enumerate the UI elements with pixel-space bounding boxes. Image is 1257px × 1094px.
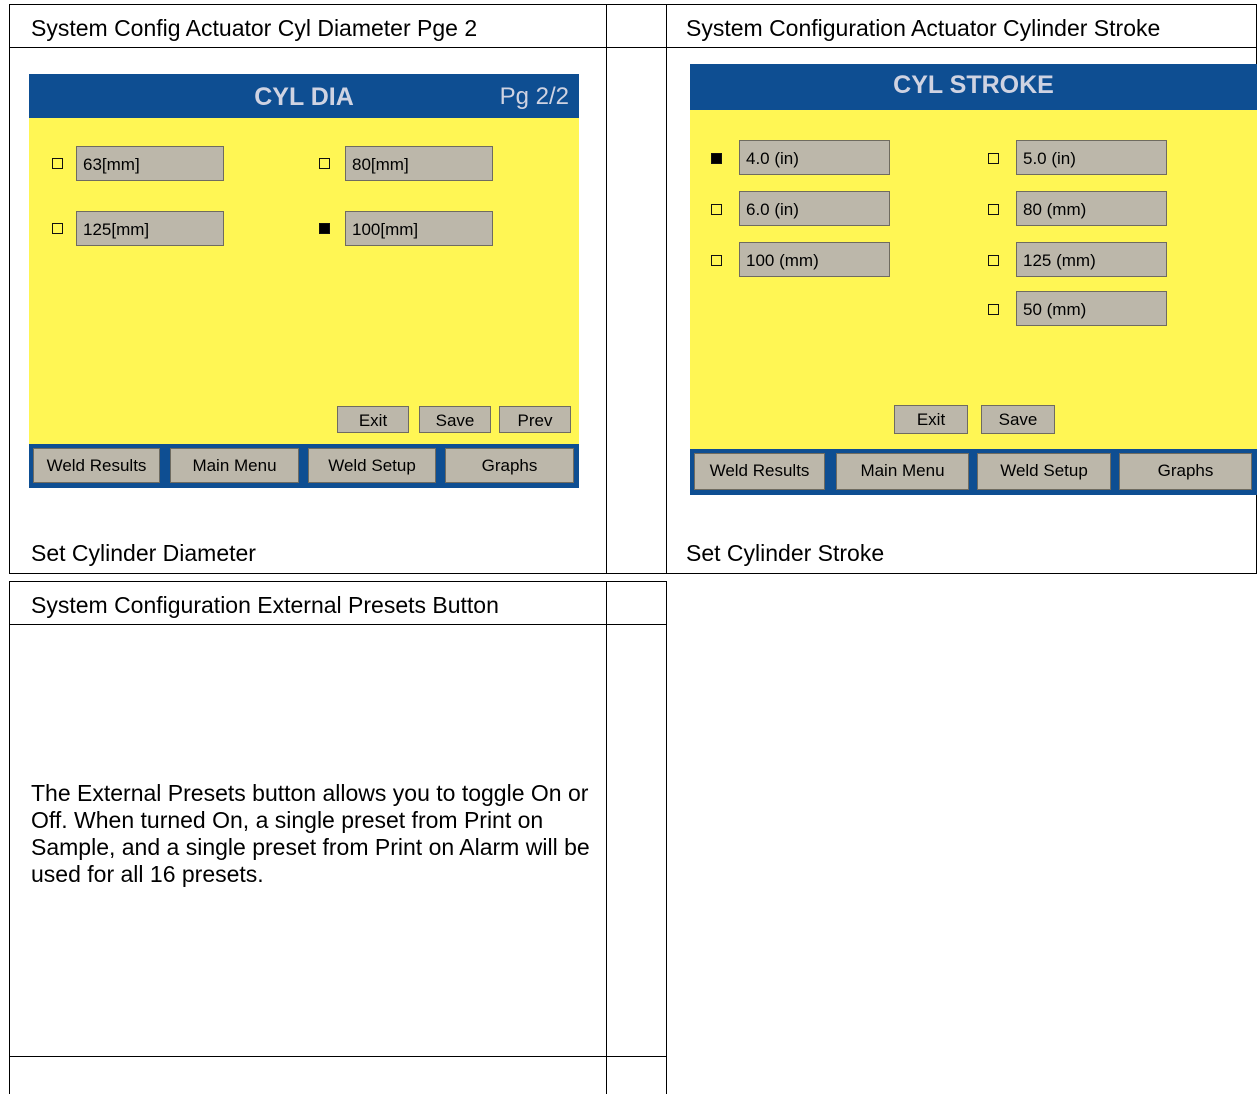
exit-button[interactable]: Exit — [337, 406, 409, 433]
cyl-dia-screen: CYL DIA Pg 2/2 63[mm] 80[mm] 125[mm] 100… — [29, 74, 579, 488]
cyl-dia-title-bar: CYL DIA Pg 2/2 — [29, 74, 579, 118]
option-100mm-stroke[interactable]: 100 (mm) — [739, 242, 890, 277]
option-80mm-checkbox[interactable] — [319, 158, 330, 169]
stroke-nav-weld-setup[interactable]: Weld Setup — [977, 453, 1111, 490]
nav-graphs[interactable]: Graphs — [445, 448, 574, 483]
option-4in[interactable]: 4.0 (in) — [739, 140, 890, 175]
option-125mm-checkbox[interactable] — [52, 223, 63, 234]
cyl-stroke-screen: CYL STROKE 4.0 (in) 6.0 (in) 100 (mm) 5.… — [690, 64, 1257, 495]
cyl-stroke-nav-bar: Weld Results Main Menu Weld Setup Graphs — [690, 449, 1257, 495]
option-5in-checkbox[interactable] — [988, 153, 999, 164]
option-100mm[interactable]: 100[mm] — [345, 211, 493, 246]
cyl-stroke-title-bar: CYL STROKE — [690, 64, 1257, 110]
option-50mm-stroke-checkbox[interactable] — [988, 304, 999, 315]
external-presets-description: The External Presets button allows you t… — [31, 780, 590, 887]
option-5in[interactable]: 5.0 (in) — [1016, 140, 1167, 175]
option-80mm-stroke[interactable]: 80 (mm) — [1016, 191, 1167, 226]
save-button[interactable]: Save — [419, 406, 491, 433]
cyl-dia-caption: Set Cylinder Diameter — [31, 540, 256, 566]
nav-weld-results[interactable]: Weld Results — [33, 448, 160, 483]
option-80mm-stroke-checkbox[interactable] — [988, 204, 999, 215]
nav-main-menu[interactable]: Main Menu — [170, 448, 299, 483]
stroke-nav-main-menu[interactable]: Main Menu — [836, 453, 969, 490]
option-100mm-stroke-checkbox[interactable] — [711, 255, 722, 266]
option-63mm-checkbox[interactable] — [52, 158, 63, 169]
external-presets-header: System Configuration External Presets Bu… — [31, 592, 499, 618]
option-125mm[interactable]: 125[mm] — [76, 211, 224, 246]
prev-button[interactable]: Prev — [499, 406, 571, 433]
option-6in[interactable]: 6.0 (in) — [739, 191, 890, 226]
cyl-dia-section-header: System Config Actuator Cyl Diameter Pge … — [31, 15, 478, 41]
cyl-stroke-caption: Set Cylinder Stroke — [686, 540, 885, 566]
page-indicator: Pg 2/2 — [499, 83, 569, 110]
option-80mm[interactable]: 80[mm] — [345, 146, 493, 181]
nav-weld-setup[interactable]: Weld Setup — [308, 448, 436, 483]
option-125mm-stroke-checkbox[interactable] — [988, 255, 999, 266]
stroke-nav-graphs[interactable]: Graphs — [1119, 453, 1252, 490]
option-50mm-stroke[interactable]: 50 (mm) — [1016, 291, 1167, 326]
cyl-dia-nav-bar: Weld Results Main Menu Weld Setup Graphs — [29, 444, 579, 488]
stroke-nav-weld-results[interactable]: Weld Results — [694, 453, 825, 490]
option-6in-checkbox[interactable] — [711, 204, 722, 215]
option-125mm-stroke[interactable]: 125 (mm) — [1016, 242, 1167, 277]
option-4in-checkbox[interactable] — [711, 153, 722, 164]
option-63mm[interactable]: 63[mm] — [76, 146, 224, 181]
stroke-save-button[interactable]: Save — [981, 405, 1055, 434]
cyl-stroke-section-header: System Configuration Actuator Cylinder S… — [686, 15, 1161, 41]
cyl-dia-title: CYL DIA — [254, 83, 354, 111]
cyl-stroke-title: CYL STROKE — [893, 71, 1054, 99]
option-100mm-checkbox[interactable] — [319, 223, 330, 234]
stroke-exit-button[interactable]: Exit — [894, 405, 968, 434]
